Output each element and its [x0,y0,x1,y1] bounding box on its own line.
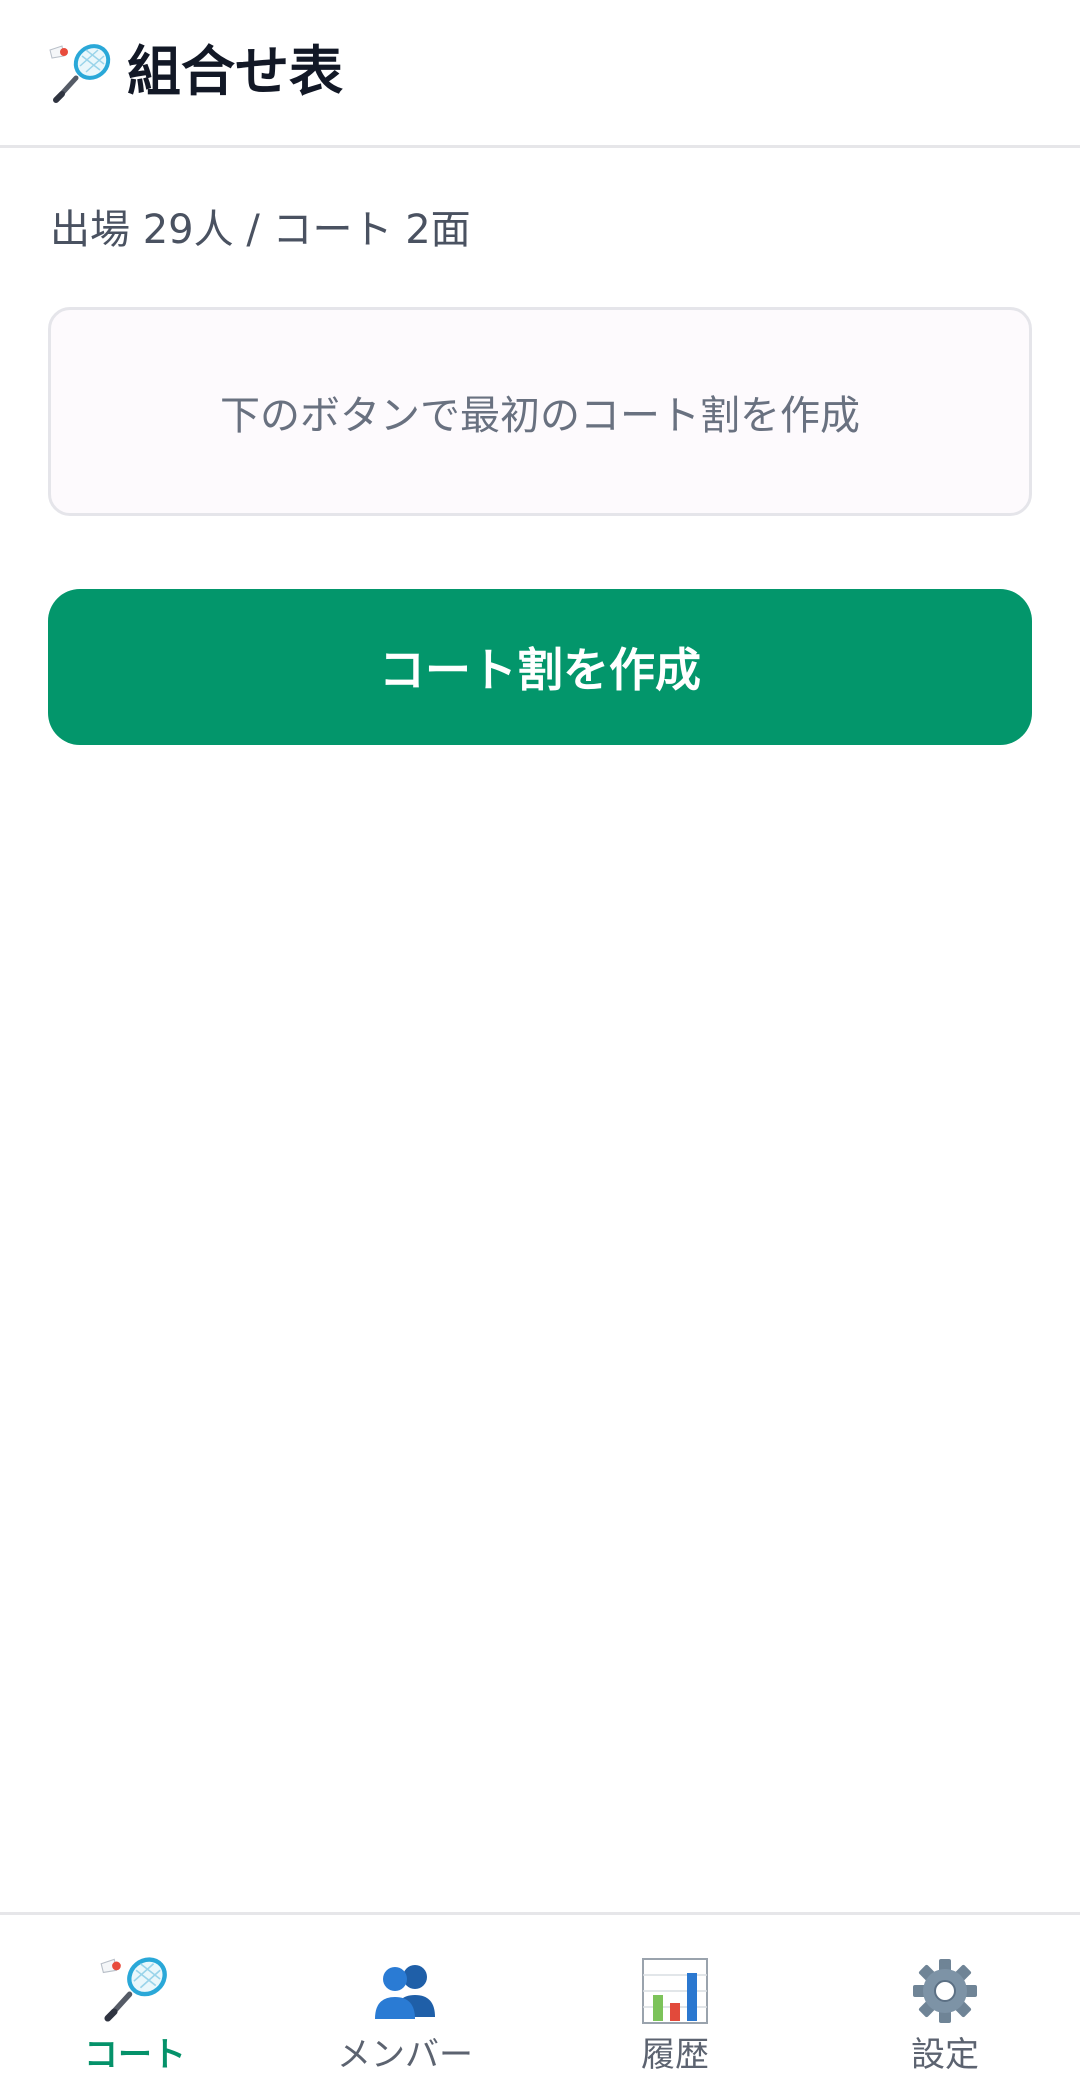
tab-history-label: 履歴 [641,2035,709,2075]
people-icon [375,1965,435,2019]
tab-court[interactable]: コート [0,1915,270,2095]
tab-settings[interactable]: 設定 [810,1915,1080,2095]
bottom-nav: コート メンバー 履歴 設定 [0,1912,1080,2095]
app-root: 組合せ表 出場 29人 / コート 2面 下のボタンで最初のコート割を作成 コー… [0,0,1080,2095]
gear-icon [913,1959,977,2023]
bar-chart-icon [642,1958,708,2024]
tab-court-label: コート [84,2035,186,2075]
tab-members-label: メンバー [337,2035,473,2075]
empty-state-card: 下のボタンで最初のコート割を作成 [48,307,1032,516]
tab-history[interactable]: 履歴 [540,1915,810,2095]
tab-members[interactable]: メンバー [270,1915,540,2095]
app-header: 組合せ表 [0,0,1080,148]
badminton-icon [49,44,111,103]
create-court-assignment-button[interactable]: コート割を作成 [48,589,1032,745]
tab-settings-label: 設定 [911,2035,979,2075]
create-court-assignment-label: コート割を作成 [379,643,701,697]
empty-state-message: 下のボタンで最初のコート割を作成 [220,392,860,439]
session-summary: 出場 29人 / コート 2面 [50,207,471,253]
badminton-icon [100,1957,167,2022]
page-title: 組合せ表 [127,40,343,103]
